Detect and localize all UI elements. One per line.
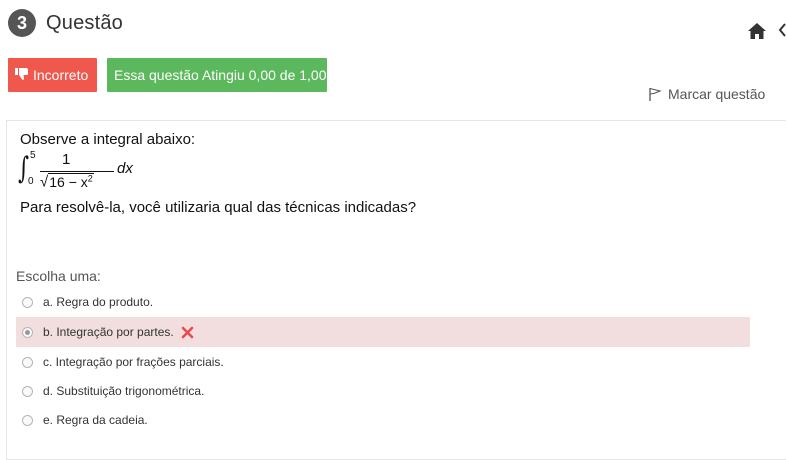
integral-upper-limit: 5 [30, 150, 36, 161]
radio-button[interactable] [22, 356, 33, 368]
fraction-numerator: 1 [62, 151, 71, 168]
answer-prompt: Escolha uma: [16, 268, 101, 284]
chevron-left-icon[interactable] [777, 20, 787, 40]
question-intro: Observe a integral abaixo: [20, 131, 196, 148]
question-title: Questão [46, 11, 124, 34]
question-header: 3 Questão [8, 8, 123, 38]
radio-button[interactable] [22, 385, 33, 397]
option-label: d. Substituição trigonométrica. [43, 384, 205, 398]
cross-icon [181, 326, 194, 338]
flag-question-link[interactable]: Marcar questão [648, 86, 765, 102]
integral-lower-limit: 0 [28, 176, 34, 187]
flag-icon [649, 87, 662, 101]
answer-option-a[interactable]: a. Regra do produto. [16, 287, 750, 317]
option-label: c. Integração por frações parciais. [43, 355, 224, 369]
question-number: 3 [8, 9, 36, 37]
answer-option-d[interactable]: d. Substituição trigonométrica. [16, 376, 750, 406]
radio-button[interactable] [22, 296, 33, 308]
incorrect-label: Incorreto [33, 67, 89, 83]
option-label: a. Regra do produto. [43, 295, 154, 309]
answer-option-e[interactable]: e. Regra da cadeia. [16, 405, 750, 435]
score-badge: Essa questão Atingiu 0,00 de 1,00 [107, 58, 327, 92]
incorrect-badge: Incorreto [8, 58, 97, 92]
option-label: b. Integração por partes. [43, 325, 174, 339]
radio-button[interactable] [22, 326, 33, 338]
differential: dx [117, 160, 133, 177]
home-icon[interactable] [747, 22, 767, 40]
radio-button[interactable] [22, 414, 33, 426]
integral-expression: ∫ 5 0 1 √16 − x2 dx [18, 150, 148, 195]
question-prompt: Para resolvê-la, você utilizaria qual da… [20, 199, 417, 216]
fraction-bar [40, 171, 114, 172]
fraction-denominator: √16 − x2 [40, 172, 94, 191]
flag-label: Marcar questão [668, 86, 766, 102]
answer-option-c[interactable]: c. Integração por frações parciais. [16, 347, 750, 377]
radicand: 16 − x [49, 173, 88, 190]
thumbs-down-icon [15, 68, 28, 81]
option-label: e. Regra da cadeia. [43, 413, 148, 427]
radicand-exponent: 2 [87, 173, 93, 183]
answer-option-b[interactable]: b. Integração por partes. [16, 317, 750, 347]
